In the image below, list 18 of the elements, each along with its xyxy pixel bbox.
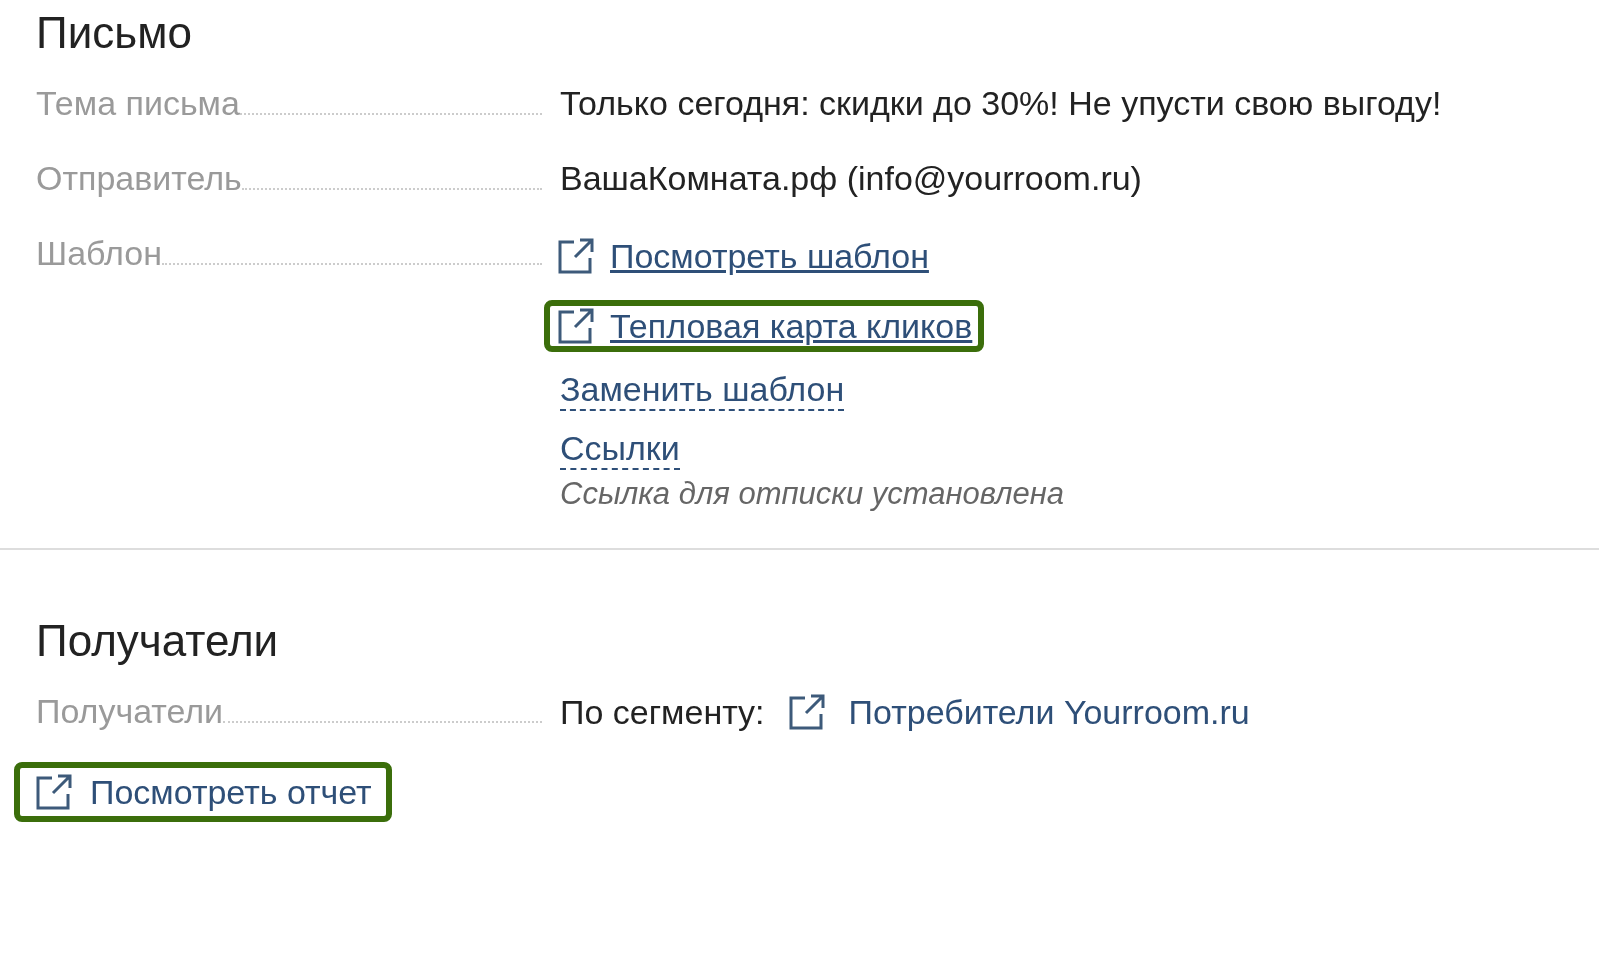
field-label: Шаблон: [36, 234, 162, 273]
field-value: ВашаКомната.рф (info@yourroom.ru): [560, 159, 1142, 197]
section-title: Письмо: [36, 8, 193, 58]
external-link-icon: [556, 306, 596, 346]
field-label: Тема письма: [36, 84, 240, 123]
template-link[interactable]: Тепловая карта кликов: [610, 306, 973, 346]
segment-link[interactable]: Потребители Yourroom.ru: [848, 692, 1250, 732]
field-value: Только сегодня: скидки до 30%! Не упусти свою выгоду!: [560, 84, 1442, 122]
template-action-link[interactable]: Ссылки: [560, 429, 680, 470]
external-link-icon: [34, 772, 74, 812]
template-action-link[interactable]: Заменить шаблон: [560, 370, 845, 411]
report-button[interactable]: Посмотреть отчет: [14, 762, 392, 822]
template-note: Ссылка для отписки установлена: [560, 476, 1064, 512]
field-value: По сегменту:: [560, 692, 765, 732]
field-label: Получатели: [36, 692, 224, 731]
template-link[interactable]: Посмотреть шаблон: [610, 236, 929, 276]
field-label: Отправитель: [36, 159, 242, 198]
section-title: Получатели: [36, 616, 280, 666]
